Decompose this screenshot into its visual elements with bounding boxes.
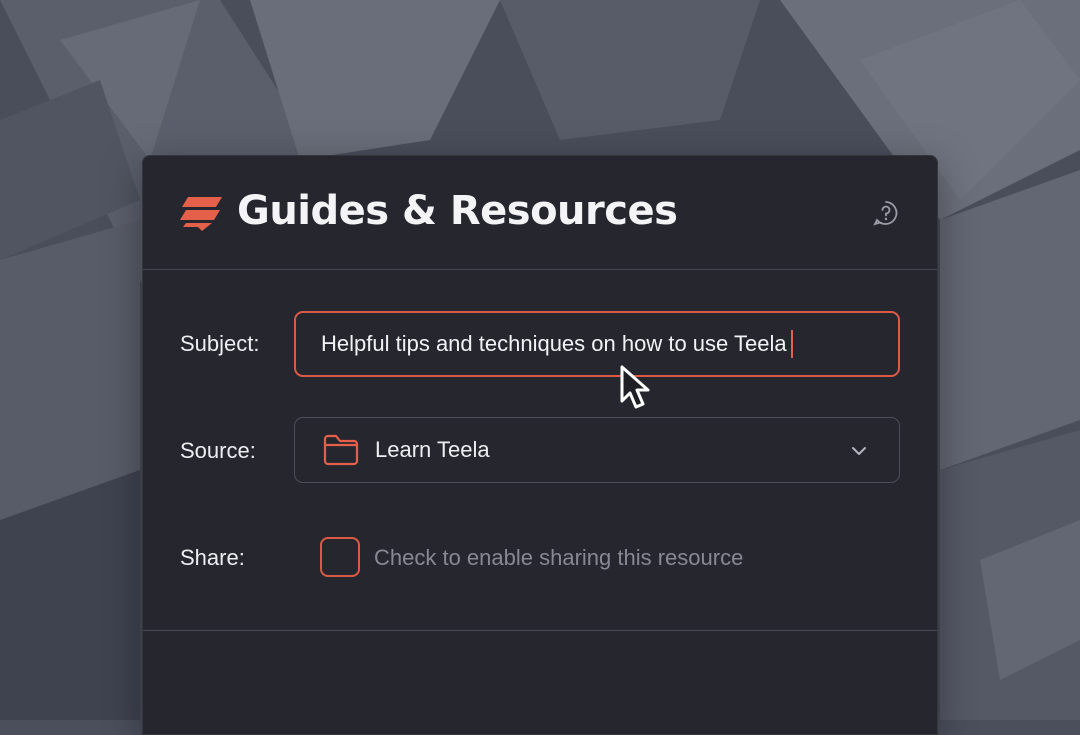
text-caret [790,330,793,358]
share-checkbox-hint: Check to enable sharing this resource [374,545,744,570]
dialog-header: Guides & Resources [143,156,937,270]
subject-value: Helpful tips and techniques on how to us… [321,331,787,356]
source-dropdown[interactable]: Learn Teela [294,417,900,483]
divider [143,630,937,631]
subject-label: Subject: [180,331,260,356]
share-label: Share: [180,545,245,570]
folder-icon [323,434,359,466]
source-value: Learn Teela [375,437,490,462]
help-button[interactable] [871,198,901,228]
source-label: Source: [180,438,256,463]
chevron-down-icon [852,447,866,455]
mouse-pointer-icon [620,365,650,409]
help-chat-icon [873,201,898,226]
subject-input[interactable]: Helpful tips and techniques on how to us… [294,311,900,377]
guides-resources-dialog: Guides & Resources Subject: Helpful tips… [142,155,938,735]
page-title: Guides & Resources [237,188,678,234]
share-checkbox[interactable] [320,537,360,577]
teela-logo [180,197,222,231]
